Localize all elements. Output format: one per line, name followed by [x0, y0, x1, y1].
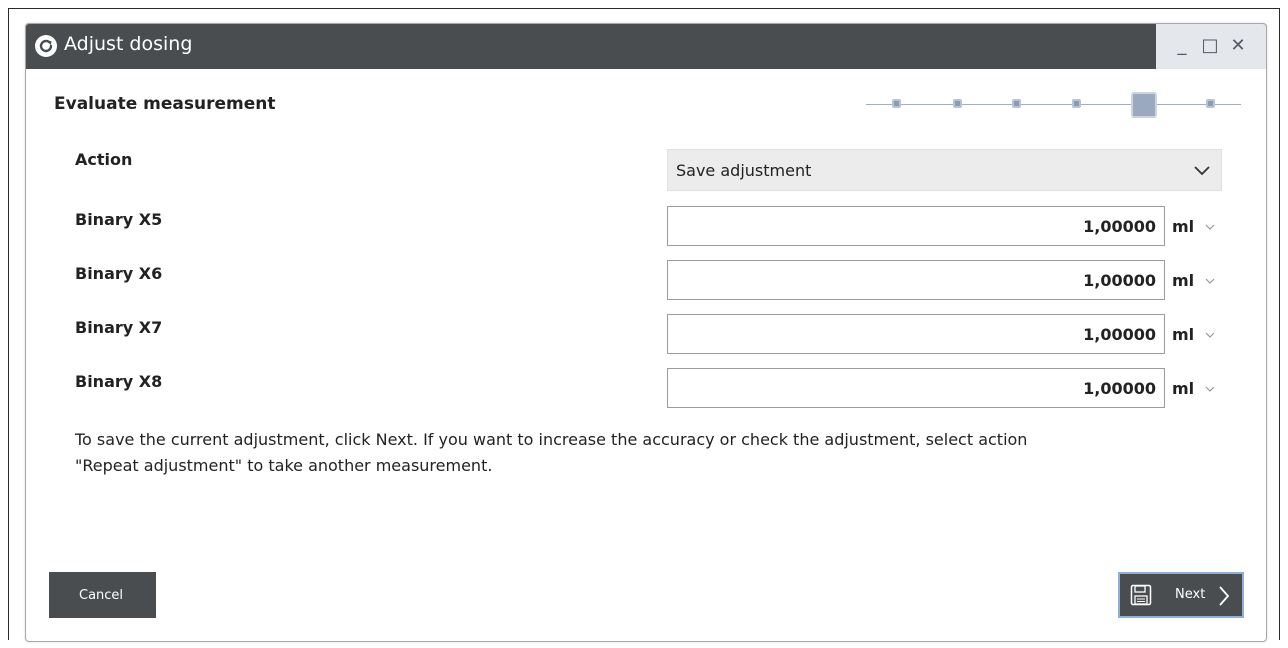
binary-x5-label: Binary X5: [75, 210, 163, 229]
binary-x6-label: Binary X6: [75, 264, 163, 283]
binary-x8-unit[interactable]: ml: [1172, 379, 1194, 398]
step-dot-2: [953, 99, 962, 108]
binary-x8-input[interactable]: [667, 368, 1165, 408]
step-line: [866, 104, 1241, 105]
info-line-1: To save the current adjustment, click Ne…: [75, 430, 1028, 449]
binary-x8-label: Binary X8: [75, 372, 163, 391]
step-indicator: [866, 92, 1241, 118]
step-title: Evaluate measurement: [54, 94, 276, 114]
chevron-down-icon[interactable]: [1205, 385, 1215, 393]
floppy-disk-icon: [1130, 584, 1152, 606]
step-dot-6: [1206, 99, 1215, 108]
cancel-button[interactable]: Cancel: [49, 572, 156, 618]
binary-x6-input[interactable]: [667, 260, 1165, 300]
binary-x5-input[interactable]: [667, 206, 1165, 246]
close-button[interactable]: ✕: [1226, 34, 1250, 58]
next-button-label: Next: [1175, 587, 1206, 602]
step-dot-4: [1072, 99, 1081, 108]
binary-x7-unit[interactable]: ml: [1172, 325, 1194, 344]
next-button[interactable]: Next: [1118, 572, 1244, 618]
window-controls: _ □ ✕: [1156, 24, 1266, 69]
binary-x6-unit[interactable]: ml: [1172, 271, 1194, 290]
binary-x7-input[interactable]: [667, 314, 1165, 354]
info-line-2: "Repeat adjustment" to take another meas…: [75, 456, 493, 475]
binary-x5-unit[interactable]: ml: [1172, 217, 1194, 236]
title-bar: Adjust dosing _ □ ✕: [26, 24, 1266, 69]
chevron-down-icon: [1194, 166, 1210, 176]
maximize-button[interactable]: □: [1198, 34, 1222, 58]
chevron-down-icon[interactable]: [1205, 277, 1215, 285]
minimize-button[interactable]: _: [1170, 34, 1194, 58]
window-title: Adjust dosing: [64, 33, 193, 55]
refresh-circle-icon: [35, 35, 57, 57]
chevron-down-icon[interactable]: [1205, 223, 1215, 231]
info-text: To save the current adjustment, click Ne…: [75, 427, 1195, 479]
chevron-right-icon: [1219, 586, 1230, 606]
chevron-down-icon[interactable]: [1205, 331, 1215, 339]
binary-x7-label: Binary X7: [75, 318, 163, 337]
action-select-value: Save adjustment: [676, 161, 812, 180]
action-select[interactable]: Save adjustment: [667, 149, 1222, 191]
step-dot-3: [1012, 99, 1021, 108]
step-dot-5-active: [1131, 92, 1157, 118]
adjust-dosing-dialog: Adjust dosing _ □ ✕ Evaluate measurement…: [25, 23, 1267, 642]
step-dot-1: [892, 99, 901, 108]
action-label: Action: [75, 150, 133, 169]
